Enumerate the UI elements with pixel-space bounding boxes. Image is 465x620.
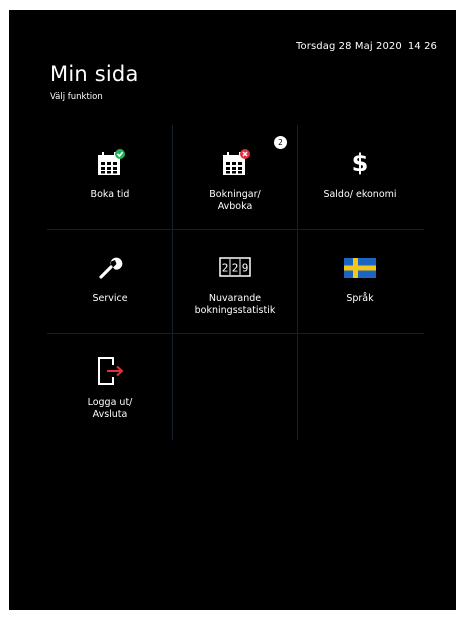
- counter-digit: 2: [222, 262, 229, 275]
- counter-digit: 9: [242, 262, 249, 275]
- tile-label: Bokningar/ Avboka: [209, 189, 261, 212]
- tile-label: Logga ut/ Avsluta: [87, 397, 133, 420]
- dollar-glyph: $: [351, 149, 369, 177]
- tile-logga-ut[interactable]: Logga ut/ Avsluta: [48, 333, 172, 437]
- tile-sprak[interactable]: Språk: [298, 229, 422, 333]
- tile-label: Språk: [346, 293, 374, 304]
- tile-bokningsstatistik[interactable]: 2 2 9 Nuvarande bokningsstatistik: [173, 229, 297, 333]
- calendar-check-icon: [95, 149, 125, 177]
- date-time: Torsdag 28 Maj 2020 14 26: [296, 41, 437, 52]
- tile-label: Boka tid: [90, 189, 130, 200]
- calendar-cancel-icon: 2: [220, 136, 287, 177]
- date-text: Torsdag 28 Maj 2020: [296, 41, 402, 52]
- tile-service[interactable]: Service: [48, 229, 172, 333]
- kiosk-screen: Torsdag 28 Maj 2020 14 26 Min sida Välj f…: [9, 10, 456, 610]
- tile-saldo-ekonomi[interactable]: $ Saldo/ ekonomi: [298, 125, 422, 229]
- swedish-flag-icon: [344, 253, 376, 281]
- tile-label: Saldo/ ekonomi: [323, 189, 397, 200]
- counter-digit: 2: [232, 262, 239, 275]
- counter-icon: 2 2 9: [218, 253, 252, 281]
- dollar-icon: $: [352, 149, 369, 177]
- tile-label: Nuvarande bokningsstatistik: [194, 293, 276, 316]
- tile-boka-tid[interactable]: Boka tid: [48, 125, 172, 229]
- logout-icon: [95, 357, 125, 385]
- time-text: 14 26: [407, 41, 437, 52]
- page-subtitle: Välj funktion: [50, 92, 103, 102]
- tile-label: Service: [92, 293, 128, 304]
- page-title: Min sida: [50, 62, 139, 86]
- tile-bokningar-avboka[interactable]: 2 Bokningar/ Avboka: [173, 125, 297, 229]
- notification-badge: 2: [274, 136, 287, 149]
- wrench-icon: [96, 253, 124, 281]
